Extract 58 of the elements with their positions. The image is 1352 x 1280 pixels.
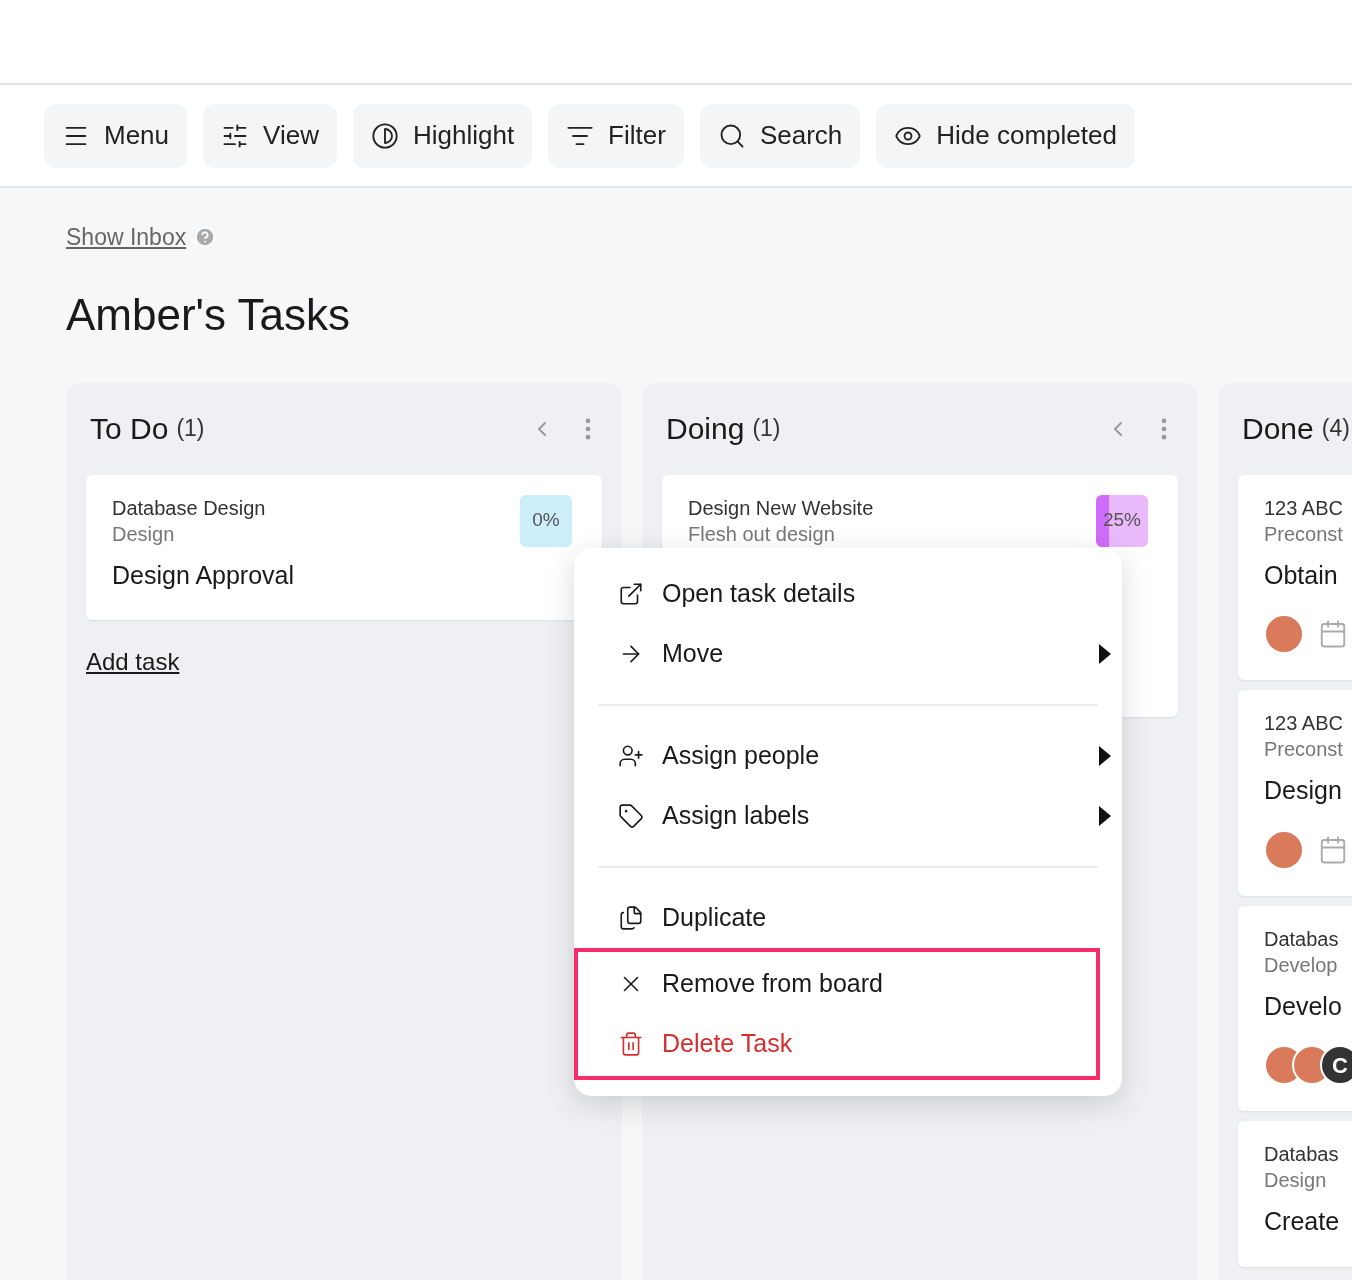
section-name: Develop [1264, 952, 1339, 978]
project-name: 123 ABC [1264, 495, 1343, 521]
project-name: Design New Website [688, 495, 874, 521]
menu-item[interactable]: Assign people [598, 726, 1138, 786]
project-name: Databas [1264, 926, 1339, 952]
column-title: To Do [90, 411, 169, 447]
section-name: Design [112, 521, 176, 547]
task-card[interactable]: Databas Design Create [1238, 1121, 1352, 1267]
task-card[interactable]: Databas Develop Develo C [1238, 905, 1352, 1111]
menu-item[interactable]: Move [598, 624, 1138, 684]
toolbar-button[interactable]: Menu [44, 103, 188, 168]
task-title: Obtain [1264, 559, 1339, 591]
menu-item[interactable]: Duplicate [598, 888, 1138, 948]
external-link-icon [618, 581, 644, 607]
toolbar-button[interactable]: Highlight [352, 103, 533, 168]
column-title: Doing [666, 411, 745, 447]
menu-item[interactable]: Delete Task [574, 1014, 1100, 1080]
task-title: Create [1264, 1206, 1341, 1237]
column-title: Done [1242, 411, 1314, 447]
add-task-link[interactable]: Add task [86, 644, 180, 680]
avatar: C [1320, 1045, 1352, 1085]
submenu-triangle-icon [1098, 643, 1112, 665]
submenu-triangle-icon [1098, 745, 1112, 767]
documents-icon [618, 905, 644, 931]
task-card[interactable]: Database Design Design 0% Design Approval [86, 474, 602, 620]
page-title: Amber's Tasks [66, 288, 351, 341]
project-name: 123 ABC [1264, 711, 1343, 736]
section-name: Preconst [1264, 737, 1343, 762]
task-title: Design Approval [112, 559, 296, 591]
column-count: (1) [752, 414, 781, 444]
column-count: (1) [176, 414, 205, 444]
person-plus-icon [618, 743, 644, 769]
section-name: Flesh out design [688, 521, 836, 547]
toolbar-button[interactable]: Hide completed [876, 103, 1135, 168]
toolbar-button[interactable]: Search [699, 103, 861, 168]
calendar-icon[interactable] [1318, 619, 1348, 649]
project-name: Database Design [112, 495, 266, 521]
column-count: (4) [1321, 414, 1350, 444]
calendar-icon[interactable] [1318, 834, 1348, 865]
submenu-triangle-icon [1098, 805, 1112, 827]
task-title: Develo [1264, 990, 1343, 1022]
task-title: Design [1264, 775, 1343, 806]
task-card[interactable]: 123 ABC Preconst Design [1238, 690, 1352, 896]
project-name: Databas [1264, 1142, 1339, 1167]
toolbar-button[interactable]: View [203, 103, 337, 168]
menu-item[interactable]: Assign labels [598, 786, 1138, 846]
help-icon[interactable] [194, 226, 217, 249]
trash-icon [618, 1031, 644, 1057]
task-card[interactable]: 123 ABC Preconst Obtain [1238, 474, 1352, 680]
tag-icon [618, 803, 644, 829]
menu-item[interactable]: Remove from board [574, 948, 1100, 1014]
contrast-icon [370, 121, 399, 150]
show-inbox-link[interactable]: Show Inbox [66, 220, 187, 255]
section-name: Preconst [1264, 521, 1343, 547]
progress-text: 0% [532, 508, 560, 533]
progress-text: 25% [1103, 508, 1141, 533]
section-name: Design [1264, 1168, 1328, 1193]
toolbar-button[interactable]: Filter [548, 103, 684, 168]
